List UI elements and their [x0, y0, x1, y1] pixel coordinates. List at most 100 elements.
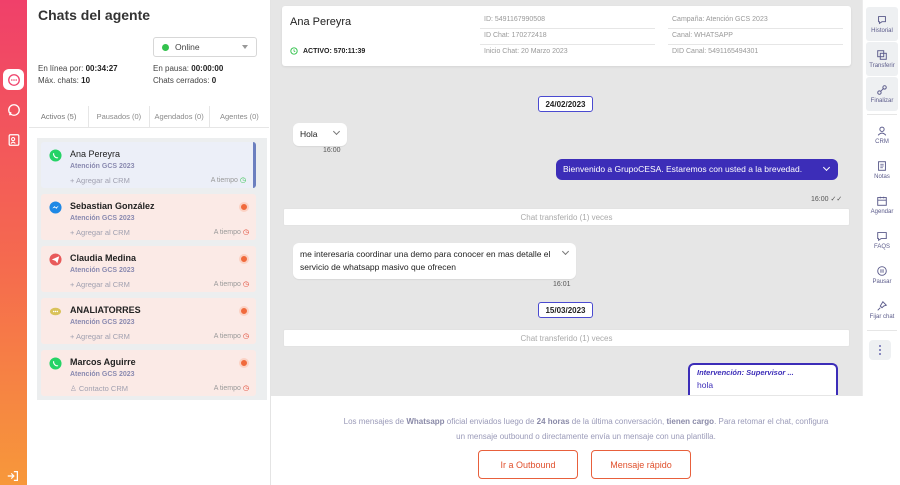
tools-sidebar: Historial Transferir Finalizar CRM Notas… [862, 0, 900, 396]
contact-name: Claudia Medina [70, 253, 137, 263]
history-button[interactable]: Historial [866, 7, 898, 41]
campaign-name: Atención GCS 2023 [70, 371, 135, 378]
notes-button[interactable]: Notas [866, 153, 898, 187]
contacts-icon [8, 133, 19, 146]
clock-icon: ◷ [242, 281, 249, 288]
schedule-button[interactable]: Agendar [866, 188, 898, 222]
sla-timer: A tiempo ◷ [213, 229, 249, 236]
intervention-title: Intervención: Supervisor ... [697, 368, 794, 377]
add-to-crm-link[interactable]: + Agregar al CRM [70, 332, 130, 341]
clock-icon: ◷ [242, 229, 249, 236]
status-select[interactable]: Online [153, 37, 257, 57]
logout-button[interactable] [2, 465, 23, 485]
add-to-crm-link[interactable]: + Agregar al CRM [70, 280, 130, 289]
contacts-nav-button[interactable] [3, 129, 24, 150]
chat-list-item[interactable]: Ana Pereyra Atención GCS 2023 + Agregar … [41, 142, 256, 188]
sla-timer: A tiempo ◷ [213, 385, 249, 392]
agent-panel-title: Chats del agente [38, 7, 151, 23]
template-notice: Los mensajes de Whatsapp oficial enviado… [343, 417, 829, 441]
stat-max-chats: Máx. chats: 10 [38, 76, 91, 85]
pin-icon [877, 300, 888, 311]
channel: Canal: WHATSAPP [672, 32, 733, 39]
chat-id: ID Chat: 170272418 [484, 32, 547, 39]
incoming-message[interactable]: Hola [293, 123, 347, 146]
message-time: 16:00 [323, 147, 341, 154]
unread-alert-badge [239, 358, 249, 368]
campaign-name: Atención GCS 2023 [70, 267, 135, 274]
pause-button[interactable]: Pausar [866, 258, 898, 292]
outgoing-message[interactable]: Bienvenido a GrupoCESA. Estaremos con us… [556, 159, 838, 180]
tab-pausados[interactable]: Pausados (0) [89, 106, 150, 127]
go-to-outbound-button[interactable]: Ir a Outbound [478, 450, 578, 479]
logout-icon [7, 470, 18, 481]
chat-list-item[interactable]: Claudia Medina Atención GCS 2023 + Agreg… [41, 246, 256, 292]
message-time: 16:00 ✓✓ [811, 196, 843, 203]
unread-alert-badge [239, 202, 249, 212]
crm-button[interactable]: CRM [866, 118, 898, 152]
clock-icon: ◷ [242, 385, 249, 392]
chat-start: Inicio Chat: 20 Marzo 2023 [484, 48, 568, 55]
notes-icon [878, 161, 886, 171]
finish-icon [877, 85, 887, 95]
add-to-crm-link[interactable]: + Agregar al CRM [70, 228, 130, 237]
contact-crm-link[interactable]: ♙ Contacto CRM [70, 384, 128, 393]
chat-list-item[interactable]: ANALIATORRES Atención GCS 2023 + Agregar… [41, 298, 256, 344]
clock-icon [290, 47, 298, 55]
whatsapp-icon [7, 103, 20, 116]
tab-agentes[interactable]: Agentes (0) [210, 106, 269, 127]
contact-name: Marcos Aguirre [70, 357, 136, 367]
supervisor-intervention-message[interactable]: Intervención: Supervisor ... hola [688, 363, 838, 395]
tab-agendados[interactable]: Agendados (0) [150, 106, 210, 127]
sla-timer: A tiempo ◷ [210, 177, 246, 184]
chat-list-item[interactable]: Sebastian González Atención GCS 2023 + A… [41, 194, 256, 240]
webchat-icon [49, 307, 62, 316]
chat-tabs: Activos (5) Pausados (0) Agendados (0) A… [29, 106, 269, 128]
transfer-button[interactable]: Transferir [866, 42, 898, 76]
expired-window-footer: Los mensajes de Whatsapp oficial enviado… [271, 396, 900, 485]
contact-name: Sebastian González [70, 201, 155, 211]
online-status-dot [162, 43, 169, 51]
stat-closed-chats: Chats cerrados: 0 [153, 76, 217, 85]
date-separator: 24/02/2023 [538, 96, 593, 112]
chat-header: Ana Pereyra ACTIVO: 570:11:39 ID: 549116… [282, 6, 851, 66]
chat-nav-button[interactable] [3, 69, 24, 90]
person-icon: ♙ [70, 384, 77, 393]
chat-contact-name: Ana Pereyra [290, 16, 352, 28]
date-separator: 15/03/2023 [538, 302, 593, 318]
messenger-icon [49, 201, 62, 214]
left-rail [0, 0, 27, 485]
active-timer: ACTIVO: 570:11:39 [290, 47, 365, 55]
whatsapp-icon [49, 149, 62, 162]
pin-chat-button[interactable]: Fijar chat [866, 293, 898, 327]
history-icon [878, 16, 886, 25]
more-options-button[interactable] [869, 340, 891, 360]
pause-icon [877, 266, 887, 276]
stat-pause: En pausa: 00:00:00 [153, 64, 224, 73]
chat-list-item[interactable]: Marcos Aguirre Atención GCS 2023 ♙ Conta… [41, 350, 256, 396]
add-to-crm-link[interactable]: + Agregar al CRM [70, 176, 130, 185]
sla-timer: A tiempo ◷ [213, 333, 249, 340]
finish-button[interactable]: Finalizar [866, 77, 898, 111]
contact-name: ANALIATORRES [70, 305, 141, 315]
status-value: Online [175, 42, 200, 52]
unread-alert-badge [239, 306, 249, 316]
sla-timer: A tiempo ◷ [213, 281, 249, 288]
calendar-icon [877, 196, 887, 206]
did-channel: DID Canal: 5491165494301 [672, 48, 759, 55]
faqs-button[interactable]: FAQS [866, 223, 898, 257]
chat-list: Ana Pereyra Atención GCS 2023 + Agregar … [37, 138, 267, 400]
whatsapp-nav-button[interactable] [3, 99, 24, 120]
tab-activos[interactable]: Activos (5) [29, 106, 90, 127]
unread-alert-badge [239, 254, 249, 264]
chevron-down-icon [242, 45, 248, 49]
stat-online: En línea por: 00:34:27 [38, 64, 118, 73]
contact-name: Ana Pereyra [70, 149, 121, 159]
person-icon [877, 126, 887, 136]
chat-icon [7, 73, 20, 86]
transfer-notice: Chat transferido (1) veces [283, 329, 850, 347]
clock-icon: ◷ [239, 177, 246, 184]
incoming-message[interactable]: me interesaria coordinar una demo para c… [293, 243, 576, 279]
telegram-icon [49, 253, 62, 266]
quick-message-button[interactable]: Mensaje rápido [591, 450, 691, 479]
chevron-down-icon [561, 247, 570, 256]
